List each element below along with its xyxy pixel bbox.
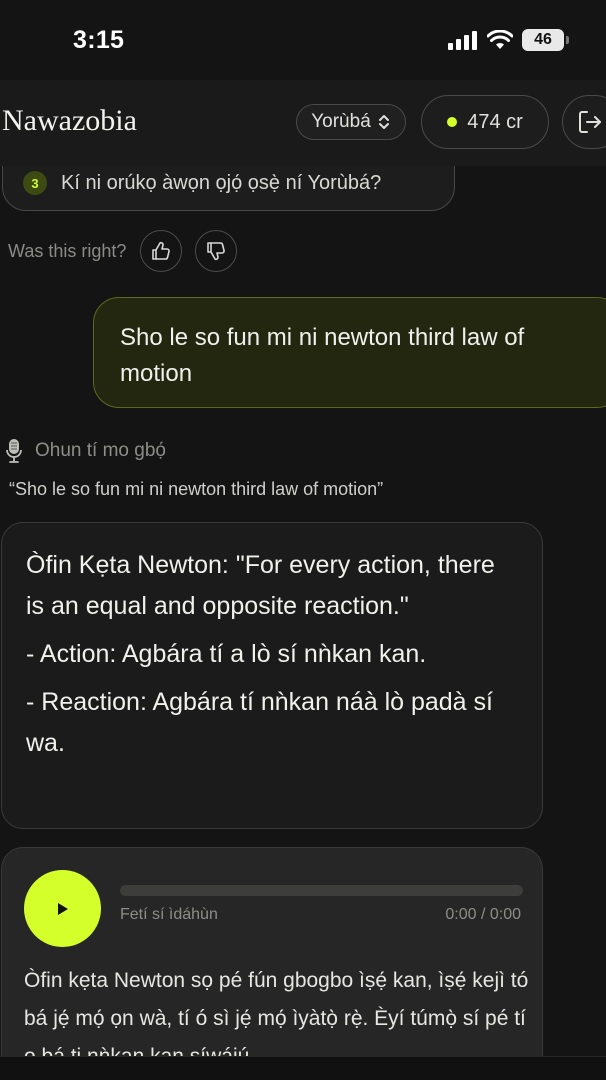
app-header: Nawazobia Yorùbá 474 cr xyxy=(0,80,606,166)
brand-title: Nawazobia xyxy=(2,104,137,137)
play-button[interactable] xyxy=(24,870,101,947)
bottom-input-bar xyxy=(0,1056,606,1080)
thumbs-up-button[interactable] xyxy=(140,230,183,272)
thumbs-up-icon xyxy=(152,241,171,260)
microphone-icon xyxy=(6,439,22,463)
audio-answer-card: Fetí sí ìdáhùn 0:00 / 0:00 Òfin kẹta New… xyxy=(1,847,543,1056)
user-message-bubble: Sho le so fun mi ni newton third law of … xyxy=(93,297,606,408)
credits-dot-icon xyxy=(447,117,458,127)
logout-button[interactable] xyxy=(562,95,606,149)
suggestion-text: Kí ni orúkọ àwọn ọjọ́ ọsẹ̀ ní Yorùbá? xyxy=(61,171,382,194)
chat-area[interactable]: 3 Kí ni orúkọ àwọn ọjọ́ ọsẹ̀ ní Yorùbá? … xyxy=(0,166,606,1056)
suggestion-number-badge: 3 xyxy=(23,171,47,195)
feedback-label: Was this right? xyxy=(8,240,127,261)
battery-icon: 46 xyxy=(522,29,569,51)
status-icons: 46 xyxy=(448,29,569,51)
voice-transcript: “Sho le so fun mi ni newton third law of… xyxy=(9,479,384,499)
feedback-row: Was this right? xyxy=(8,230,250,272)
audio-progress-bar[interactable] xyxy=(120,885,523,896)
answer-line-intro: Òfin Kẹta Newton: "For every action, the… xyxy=(26,551,495,620)
signal-icon xyxy=(448,31,477,50)
suggested-question[interactable]: 3 Kí ni orúkọ àwọn ọjọ́ ọsẹ̀ ní Yorùbá? xyxy=(2,166,455,211)
credits-button[interactable]: 474 cr xyxy=(421,95,549,149)
audio-time: 0:00 / 0:00 xyxy=(445,906,521,923)
credits-label: 474 cr xyxy=(467,110,523,133)
voice-heard-label: Ohun tí mo gbọ́ xyxy=(35,440,166,461)
voice-heard-row: Ohun tí mo gbọ́ xyxy=(5,438,166,464)
status-time: 3:15 xyxy=(73,26,125,54)
audio-transcript-text: Òfin kẹta Newton sọ pé fún gbogbo ìṣẹ́ k… xyxy=(24,969,529,1056)
thumbs-down-icon xyxy=(207,242,226,261)
language-select-label: Yorùbá xyxy=(311,111,371,132)
audio-label: Fetí sí ìdáhùn xyxy=(120,906,218,923)
play-icon xyxy=(57,902,68,915)
assistant-answer-card: Òfin Kẹta Newton: "For every action, the… xyxy=(1,522,543,829)
language-select[interactable]: Yorùbá xyxy=(296,104,406,140)
status-bar: 3:15 46 xyxy=(0,0,606,80)
wifi-icon xyxy=(487,30,513,49)
thumbs-down-button[interactable] xyxy=(195,230,238,272)
chevron-updown-icon xyxy=(378,115,389,129)
answer-line-action: - Action: Agbára tí a lò sí nǹkan kan. xyxy=(26,640,427,668)
answer-line-reaction: - Reaction: Agbára tí nǹkan náà lò padà … xyxy=(26,688,493,757)
logout-icon xyxy=(579,111,601,133)
